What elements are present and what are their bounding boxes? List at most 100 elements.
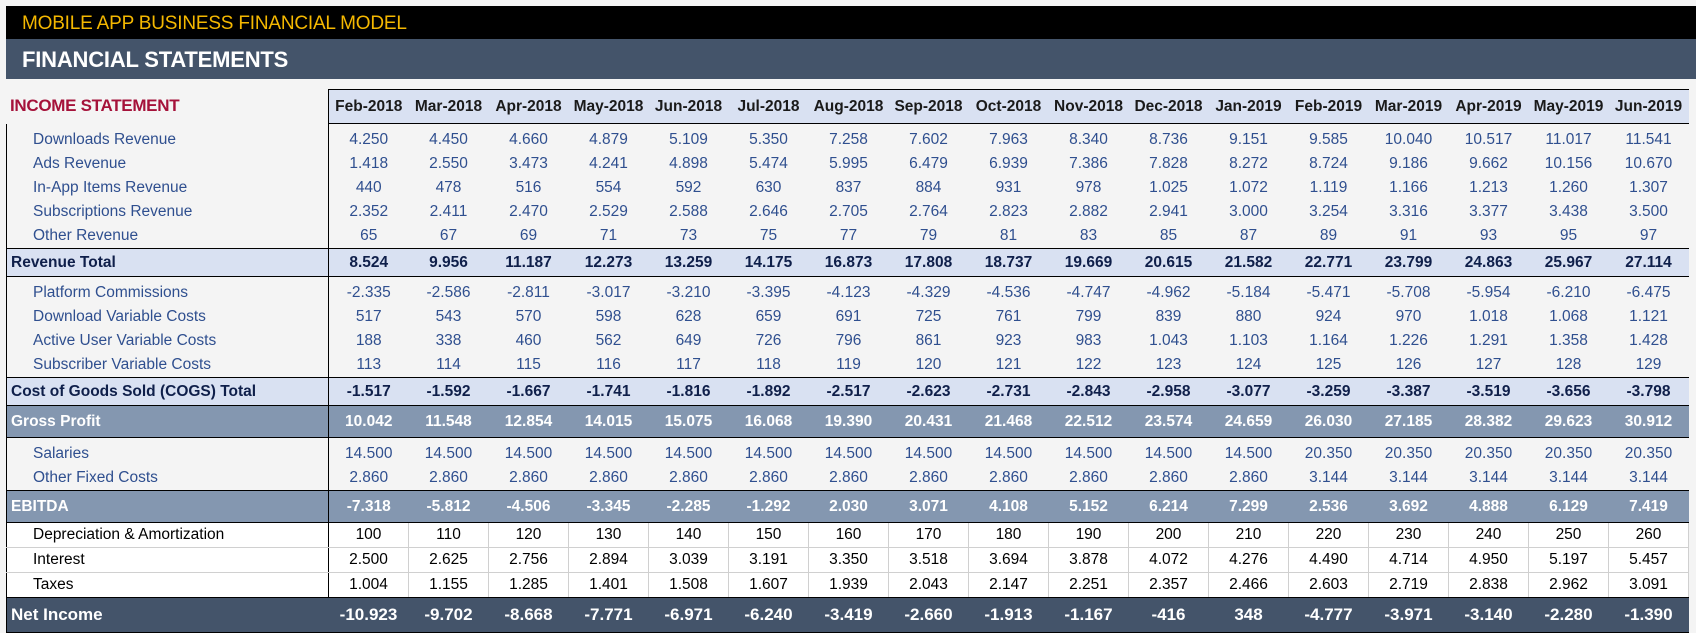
value-cell[interactable]: 14.500 <box>408 437 489 466</box>
value-cell[interactable]: 543 <box>408 305 489 329</box>
value-cell[interactable]: 23.574 <box>1128 405 1209 438</box>
value-cell[interactable]: 75 <box>728 224 809 249</box>
month-header[interactable]: Mar-2019 <box>1368 89 1449 124</box>
value-cell[interactable]: 796 <box>808 329 889 353</box>
value-cell[interactable]: 24.659 <box>1208 405 1289 438</box>
month-header[interactable]: May-2018 <box>568 89 649 124</box>
value-cell[interactable]: 884 <box>888 176 969 200</box>
value-cell[interactable]: 592 <box>648 176 729 200</box>
value-cell[interactable]: 7.258 <box>808 123 889 152</box>
value-cell[interactable]: 14.500 <box>968 437 1049 466</box>
value-cell[interactable]: -3.387 <box>1368 377 1449 406</box>
value-cell[interactable]: 598 <box>568 305 649 329</box>
value-cell[interactable]: 83 <box>1048 224 1129 249</box>
value-cell[interactable]: 26.030 <box>1288 405 1369 438</box>
value-cell[interactable]: 128 <box>1528 353 1609 378</box>
value-cell[interactable]: -3.140 <box>1448 597 1529 633</box>
month-header[interactable]: Jun-2018 <box>648 89 729 124</box>
row-label[interactable]: Cost of Goods Sold (COGS) Total <box>6 377 329 406</box>
value-cell[interactable]: 22.512 <box>1048 405 1129 438</box>
value-cell[interactable]: 3.144 <box>1368 466 1449 491</box>
value-cell[interactable]: 20.350 <box>1368 437 1449 466</box>
value-cell[interactable]: 14.500 <box>488 437 569 466</box>
value-cell[interactable]: -2.586 <box>408 276 489 305</box>
value-cell[interactable]: 65 <box>328 224 409 249</box>
value-cell[interactable]: 4.660 <box>488 123 569 152</box>
value-cell[interactable]: -1.913 <box>968 597 1049 633</box>
value-cell[interactable]: 20.350 <box>1528 437 1609 466</box>
value-cell[interactable]: 1.226 <box>1368 329 1449 353</box>
value-cell[interactable]: 338 <box>408 329 489 353</box>
value-cell[interactable]: 5.457 <box>1608 547 1689 573</box>
value-cell[interactable]: 150 <box>728 522 809 548</box>
value-cell[interactable]: 121 <box>968 353 1049 378</box>
value-cell[interactable]: 9.151 <box>1208 123 1289 152</box>
value-cell[interactable]: 210 <box>1208 522 1289 548</box>
value-cell[interactable]: -4.536 <box>968 276 1049 305</box>
value-cell[interactable]: 16.068 <box>728 405 809 438</box>
value-cell[interactable]: -1.741 <box>568 377 649 406</box>
value-cell[interactable]: 14.500 <box>808 437 889 466</box>
value-cell[interactable]: 230 <box>1368 522 1449 548</box>
value-cell[interactable]: 2.411 <box>408 200 489 224</box>
month-header[interactable]: Sep-2018 <box>888 89 969 124</box>
value-cell[interactable]: -6.240 <box>728 597 809 633</box>
value-cell[interactable]: -5.954 <box>1448 276 1529 305</box>
value-cell[interactable]: 2.860 <box>408 466 489 491</box>
value-cell[interactable]: 5.474 <box>728 152 809 176</box>
value-cell[interactable]: 14.500 <box>328 437 409 466</box>
value-cell[interactable]: 3.692 <box>1368 490 1449 523</box>
value-cell[interactable]: -1.390 <box>1608 597 1689 633</box>
value-cell[interactable]: -416 <box>1128 597 1209 633</box>
value-cell[interactable]: 1.285 <box>488 572 569 598</box>
value-cell[interactable]: 1.103 <box>1208 329 1289 353</box>
value-cell[interactable]: 3.091 <box>1608 572 1689 598</box>
value-cell[interactable]: 9.186 <box>1368 152 1449 176</box>
value-cell[interactable]: 1.291 <box>1448 329 1529 353</box>
value-cell[interactable]: 931 <box>968 176 1049 200</box>
value-cell[interactable]: 5.995 <box>808 152 889 176</box>
value-cell[interactable]: 8.272 <box>1208 152 1289 176</box>
value-cell[interactable]: 3.473 <box>488 152 569 176</box>
value-cell[interactable]: 160 <box>808 522 889 548</box>
value-cell[interactable]: 837 <box>808 176 889 200</box>
value-cell[interactable]: 2.030 <box>808 490 889 523</box>
value-cell[interactable]: 77 <box>808 224 889 249</box>
value-cell[interactable]: 2.894 <box>568 547 649 573</box>
value-cell[interactable]: 2.147 <box>968 572 1049 598</box>
value-cell[interactable]: 20.615 <box>1128 248 1209 277</box>
value-cell[interactable]: 5.109 <box>648 123 729 152</box>
value-cell[interactable]: 220 <box>1288 522 1369 548</box>
value-cell[interactable]: 114 <box>408 353 489 378</box>
value-cell[interactable]: 81 <box>968 224 1049 249</box>
value-cell[interactable]: -4.747 <box>1048 276 1129 305</box>
value-cell[interactable]: 1.018 <box>1448 305 1529 329</box>
value-cell[interactable]: 67 <box>408 224 489 249</box>
value-cell[interactable]: 14.500 <box>648 437 729 466</box>
value-cell[interactable]: 30.912 <box>1608 405 1689 438</box>
value-cell[interactable]: 1.043 <box>1128 329 1209 353</box>
value-cell[interactable]: 4.490 <box>1288 547 1369 573</box>
value-cell[interactable]: 3.144 <box>1608 466 1689 491</box>
value-cell[interactable]: -7.771 <box>568 597 649 633</box>
value-cell[interactable]: -2.285 <box>648 490 729 523</box>
row-label[interactable]: Subscriber Variable Costs <box>6 353 329 378</box>
value-cell[interactable]: 3.377 <box>1448 200 1529 224</box>
value-cell[interactable]: 7.299 <box>1208 490 1289 523</box>
value-cell[interactable]: 4.241 <box>568 152 649 176</box>
value-cell[interactable]: 14.500 <box>1208 437 1289 466</box>
value-cell[interactable]: 2.043 <box>888 572 969 598</box>
value-cell[interactable]: 1.155 <box>408 572 489 598</box>
value-cell[interactable]: 130 <box>568 522 649 548</box>
value-cell[interactable]: 14.015 <box>568 405 649 438</box>
value-cell[interactable]: 16.873 <box>808 248 889 277</box>
row-label[interactable]: Interest <box>6 547 329 573</box>
value-cell[interactable]: 2.860 <box>968 466 1049 491</box>
value-cell[interactable]: 570 <box>488 305 569 329</box>
row-label[interactable]: Ads Revenue <box>6 152 329 176</box>
value-cell[interactable]: 21.582 <box>1208 248 1289 277</box>
value-cell[interactable]: 120 <box>488 522 569 548</box>
value-cell[interactable]: 9.585 <box>1288 123 1369 152</box>
value-cell[interactable]: 3.518 <box>888 547 969 573</box>
value-cell[interactable]: 460 <box>488 329 569 353</box>
